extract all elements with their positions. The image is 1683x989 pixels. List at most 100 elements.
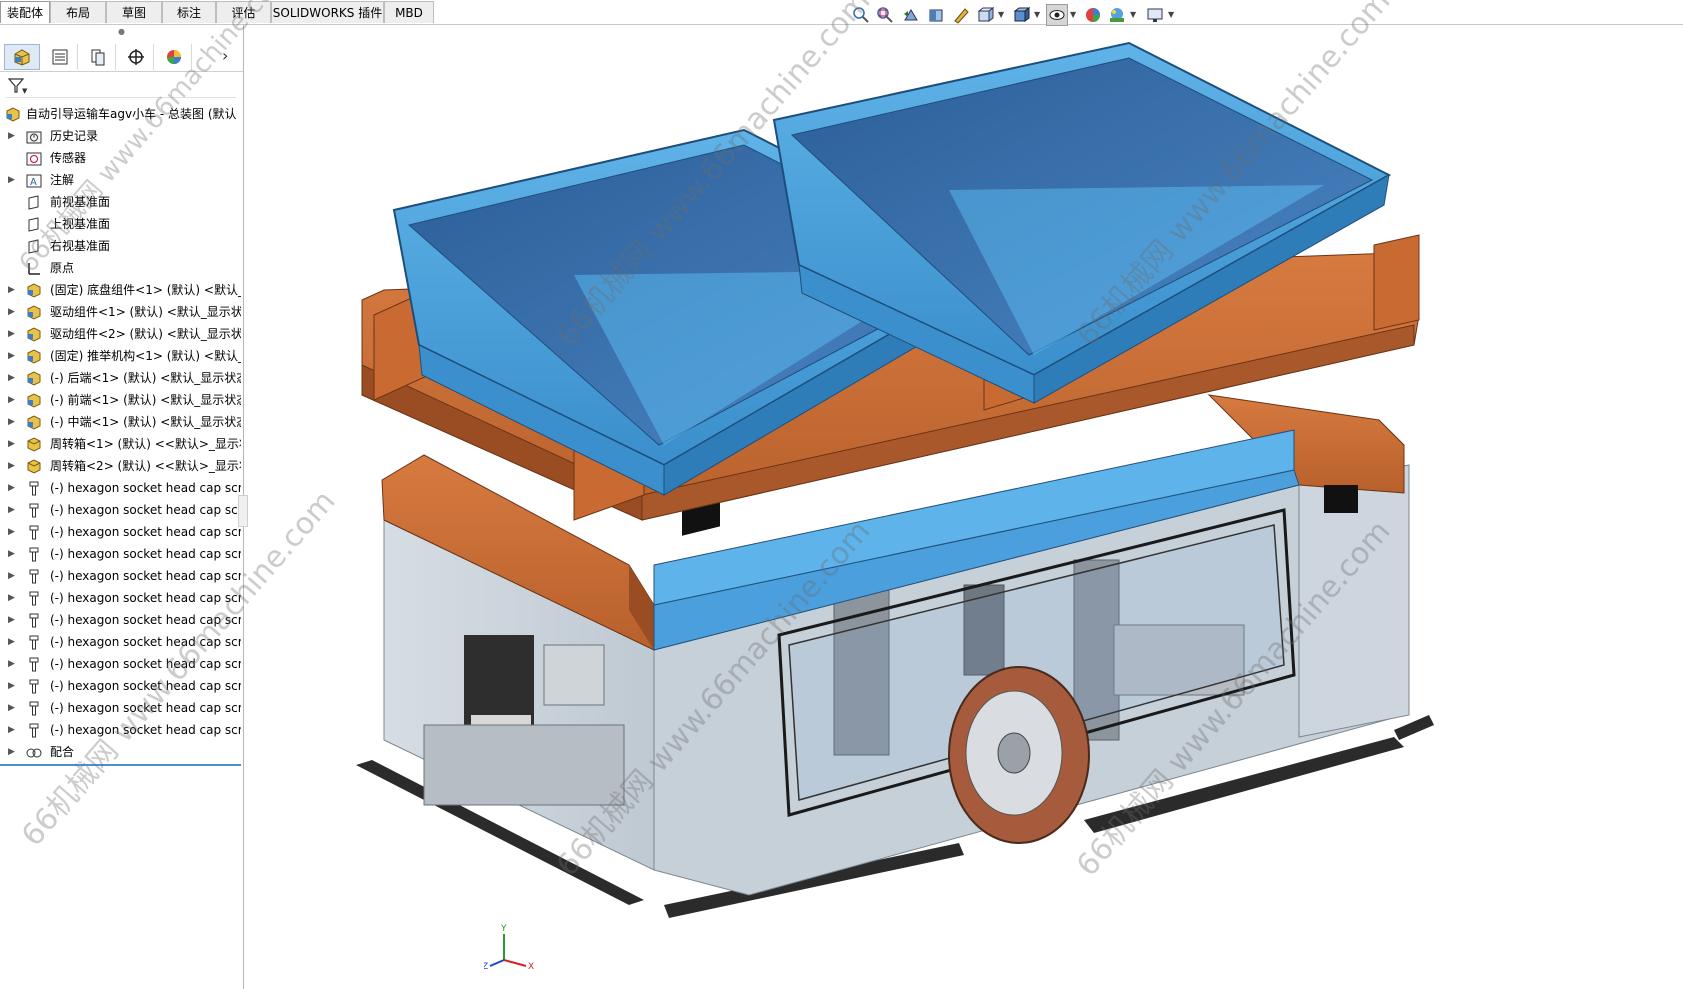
tree-item[interactable]: ▶ 周转箱<2> (默认) <<默认>_显示状 <box>0 455 241 477</box>
tree-item[interactable]: ▶ (-) hexagon socket head cap scr <box>0 631 241 653</box>
hide-show-caret-icon[interactable]: ▼ <box>1070 10 1076 19</box>
view-settings-caret-icon[interactable]: ▼ <box>1168 10 1174 19</box>
tree-item[interactable]: ▶ A 注解 <box>0 169 241 191</box>
tab-mbd[interactable]: MBD <box>384 1 434 23</box>
tree-item[interactable]: ▶ 周转箱<1> (默认) <<默认>_显示状 <box>0 433 241 455</box>
tab-assembly[interactable]: 装配体 <box>0 1 50 23</box>
tree-item[interactable]: ▶ (固定) 底盘组件<1> (默认) <默认_显 <box>0 279 241 301</box>
expand-arrow-icon[interactable]: ▶ <box>8 433 15 455</box>
tree-item[interactable]: ▶ (-) 后端<1> (默认) <默认_显示状态 <box>0 367 241 389</box>
expand-arrow-icon[interactable]: ▶ <box>8 543 15 565</box>
display-style-icon[interactable] <box>1010 4 1032 26</box>
tree-item[interactable]: ▶ (-) hexagon socket head cap scr <box>0 719 241 741</box>
tree-item[interactable]: ▶ (-) hexagon socket head cap scr <box>0 609 241 631</box>
dimxpertmanager-icon[interactable] <box>118 44 154 70</box>
tree-item[interactable]: ▶ (-) hexagon socket head cap scr <box>0 499 241 521</box>
tree-item[interactable]: 原点 <box>0 257 241 279</box>
expand-arrow-icon[interactable]: ▶ <box>8 741 15 763</box>
filter-icon[interactable]: ▼ <box>6 75 28 95</box>
tree-item[interactable]: ▶ (-) hexagon socket head cap scr <box>0 565 241 587</box>
tree-item[interactable]: ▶ 配合 <box>0 741 241 763</box>
tab-solidworks-addins[interactable]: SOLIDWORKS 插件 <box>271 1 384 23</box>
tree-item[interactable]: 前视基准面 <box>0 191 241 213</box>
tab-sketch[interactable]: 草图 <box>106 1 162 23</box>
panel-more-chevron-icon[interactable]: › <box>222 46 228 65</box>
tree-item-label: (-) hexagon socket head cap scr <box>50 723 241 737</box>
displaymanager-icon[interactable] <box>156 44 192 70</box>
apply-scene-icon[interactable] <box>1106 4 1128 26</box>
configurationmanager-icon[interactable] <box>80 44 116 70</box>
expand-arrow-icon[interactable]: ▶ <box>8 587 15 609</box>
tree-item[interactable]: ▶ (-) hexagon socket head cap scr <box>0 477 241 499</box>
view-settings-icon[interactable] <box>1144 4 1166 26</box>
subassembly-icon <box>27 371 41 386</box>
previous-view-icon[interactable] <box>900 4 922 26</box>
expand-arrow-icon[interactable]: ▶ <box>8 279 15 301</box>
expand-arrow-icon[interactable]: ▶ <box>8 125 15 147</box>
tree-item-label: (-) hexagon socket head cap scr <box>50 701 241 715</box>
tree-root-assembly[interactable]: 自动引导运输车agv小车 - 总装图 (默认 <box>0 103 241 125</box>
tab-annotation[interactable]: 标注 <box>162 1 216 23</box>
expand-arrow-icon[interactable]: ▶ <box>8 499 15 521</box>
expand-arrow-icon[interactable]: ▶ <box>8 631 15 653</box>
expand-arrow-icon[interactable]: ▶ <box>8 477 15 499</box>
reference-triad[interactable]: Y X Z <box>484 920 544 970</box>
tree-item[interactable]: ▶ (-) hexagon socket head cap scr <box>0 587 241 609</box>
subassembly-icon <box>27 349 41 364</box>
tree-item[interactable]: ▶ (-) 中端<1> (默认) <默认_显示状态 <box>0 411 241 433</box>
apply-scene-caret-icon[interactable]: ▼ <box>1130 10 1136 19</box>
expand-arrow-icon[interactable]: ▶ <box>8 653 15 675</box>
expand-arrow-icon[interactable]: ▶ <box>8 565 15 587</box>
tree-item[interactable]: 上视基准面 <box>0 213 241 235</box>
expand-arrow-icon[interactable]: ▶ <box>8 455 15 477</box>
expand-arrow-icon[interactable]: ▶ <box>8 719 15 741</box>
expand-arrow-icon[interactable]: ▶ <box>8 323 15 345</box>
graphics-area[interactable]: 66机械网 www.66machine.com 66机械网 www.66mach… <box>14 0 1683 989</box>
expand-arrow-icon[interactable]: ▶ <box>8 609 15 631</box>
expand-arrow-icon[interactable]: ▶ <box>8 675 15 697</box>
view-orientation-caret-icon[interactable]: ▼ <box>998 10 1004 19</box>
assembly-icon <box>6 107 20 122</box>
tab-evaluate[interactable]: 评估 <box>216 1 271 23</box>
tree-item[interactable]: ▶ (-) hexagon socket head cap scr <box>0 697 241 719</box>
tree-filter[interactable]: ▼ <box>6 75 236 98</box>
expand-arrow-icon[interactable]: ▶ <box>8 301 15 323</box>
expand-arrow-icon[interactable]: ▶ <box>8 521 15 543</box>
tree-item[interactable]: ▶ (固定) 推举机构<1> (默认) <默认_显 <box>0 345 241 367</box>
drive-wheel[interactable] <box>948 666 1090 844</box>
command-manager-tabs: 装配体 布局 草图 标注 评估 SOLIDWORKS 插件 MBD <box>0 0 1683 25</box>
tree-item[interactable]: ▶ (-) hexagon socket head cap scr <box>0 521 241 543</box>
tree-item[interactable]: ▶ 驱动组件<2> (默认) <默认_显示状 <box>0 323 241 345</box>
tree-item-label: (-) hexagon socket head cap scr <box>50 569 241 583</box>
dynamic-annotation-icon[interactable] <box>950 4 972 26</box>
expand-arrow-icon[interactable]: ▶ <box>8 345 15 367</box>
expand-arrow-icon[interactable]: ▶ <box>8 367 15 389</box>
view-orientation-icon[interactable] <box>974 4 996 26</box>
tree-item[interactable]: ▶ (-) 前端<1> (默认) <默认_显示状态 <box>0 389 241 411</box>
expand-arrow-icon[interactable]: ▶ <box>8 697 15 719</box>
part-icon <box>27 437 41 452</box>
tree-item[interactable]: 传感器 <box>0 147 241 169</box>
hide-show-items-icon[interactable] <box>1046 4 1068 26</box>
tree-item[interactable]: ▶ 历史记录 <box>0 125 241 147</box>
expand-arrow-icon[interactable]: ▶ <box>8 389 15 411</box>
expand-arrow-icon[interactable]: ▶ <box>8 169 15 191</box>
agv-assembly-model[interactable] <box>244 25 1683 989</box>
featuremanager-tree-icon[interactable] <box>4 44 40 70</box>
edit-appearance-icon[interactable] <box>1082 4 1104 26</box>
tree-item-label: (-) hexagon socket head cap scr <box>50 591 241 605</box>
propertymanager-icon[interactable] <box>42 44 78 70</box>
tree-item[interactable]: 右视基准面 <box>0 235 241 257</box>
tab-layout[interactable]: 布局 <box>50 1 106 23</box>
zoom-to-fit-icon[interactable] <box>850 4 872 26</box>
featuremanager-panel: ● › ▼ 自动引导运输车agv小车 - 总装图 (默认 ▶ 历史记录 传感器 ▶ A 注… <box>0 25 248 989</box>
tree-item[interactable]: ▶ (-) hexagon socket head cap scr <box>0 653 241 675</box>
zoom-to-area-icon[interactable] <box>874 4 896 26</box>
tree-item[interactable]: ▶ 驱动组件<1> (默认) <默认_显示状 <box>0 301 241 323</box>
tree-item[interactable]: ▶ (-) hexagon socket head cap scr <box>0 543 241 565</box>
tree-item[interactable]: ▶ (-) hexagon socket head cap scr <box>0 675 241 697</box>
panel-grip-icon[interactable]: ● <box>0 27 243 37</box>
expand-arrow-icon[interactable]: ▶ <box>8 411 15 433</box>
section-view-icon[interactable] <box>925 4 947 26</box>
display-style-caret-icon[interactable]: ▼ <box>1034 10 1040 19</box>
